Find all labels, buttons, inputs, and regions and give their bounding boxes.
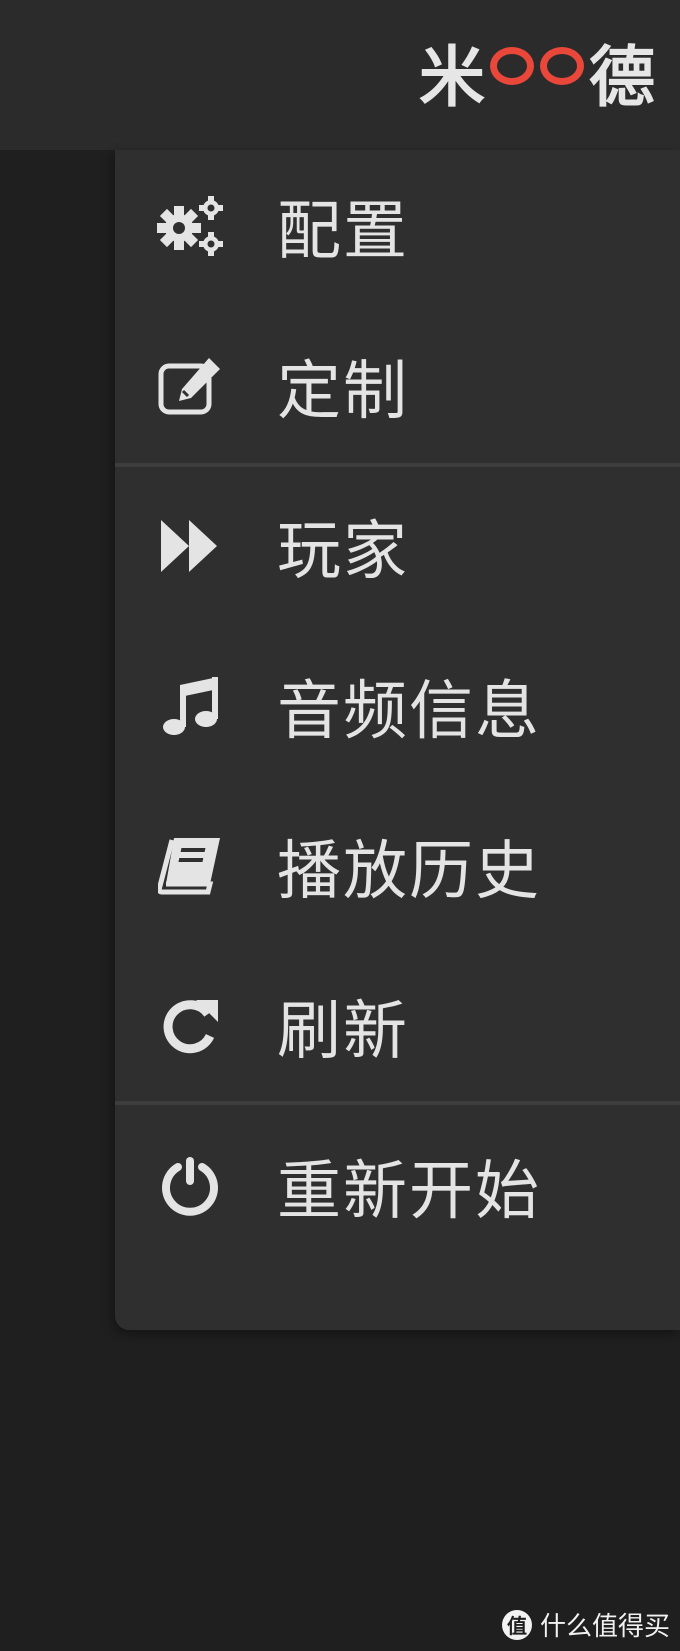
menu-item-restart[interactable]: 重新开始 xyxy=(115,1126,680,1246)
menu-item-customize[interactable]: 定制 xyxy=(115,326,680,446)
menu-item-label: 配置 xyxy=(277,195,409,269)
dropdown-menu: 配置 定制 玩家 音频信息 播放历史 刷新 重新开始 xyxy=(115,150,680,1330)
menu-item-label: 重新开始 xyxy=(277,1155,541,1229)
menu-item-history[interactable]: 播放历史 xyxy=(115,806,680,926)
menu-item-player[interactable]: 玩家 xyxy=(115,486,680,606)
menu-item-label: 播放历史 xyxy=(277,835,541,909)
menu-divider xyxy=(115,463,680,467)
menu-item-config[interactable]: 配置 xyxy=(115,166,680,286)
music-note-icon xyxy=(155,671,225,741)
menu-item-label: 刷新 xyxy=(277,995,409,1069)
app-logo[interactable]: 米 德 xyxy=(419,38,655,118)
edit-icon xyxy=(155,351,225,421)
watermark: 值 什么值得买 xyxy=(501,1606,670,1643)
menu-item-label: 定制 xyxy=(277,355,409,429)
gears-icon xyxy=(155,191,225,261)
logo-rings xyxy=(487,47,587,85)
power-icon xyxy=(155,1151,225,1221)
logo-text-left: 米 xyxy=(419,39,485,116)
watermark-logo: 值 xyxy=(501,1609,532,1640)
menu-divider xyxy=(115,1101,680,1105)
top-bar: 米 德 xyxy=(0,0,680,150)
book-icon xyxy=(155,831,225,901)
menu-item-refresh[interactable]: 刷新 xyxy=(115,966,680,1086)
menu-item-label: 玩家 xyxy=(277,515,409,589)
logo-text-right: 德 xyxy=(589,39,655,116)
refresh-icon xyxy=(155,991,225,1061)
menu-item-label: 音频信息 xyxy=(277,675,541,749)
watermark-text: 什么值得买 xyxy=(539,1612,670,1642)
fast-forward-icon xyxy=(155,511,225,581)
menu-item-audio-info[interactable]: 音频信息 xyxy=(115,646,680,766)
